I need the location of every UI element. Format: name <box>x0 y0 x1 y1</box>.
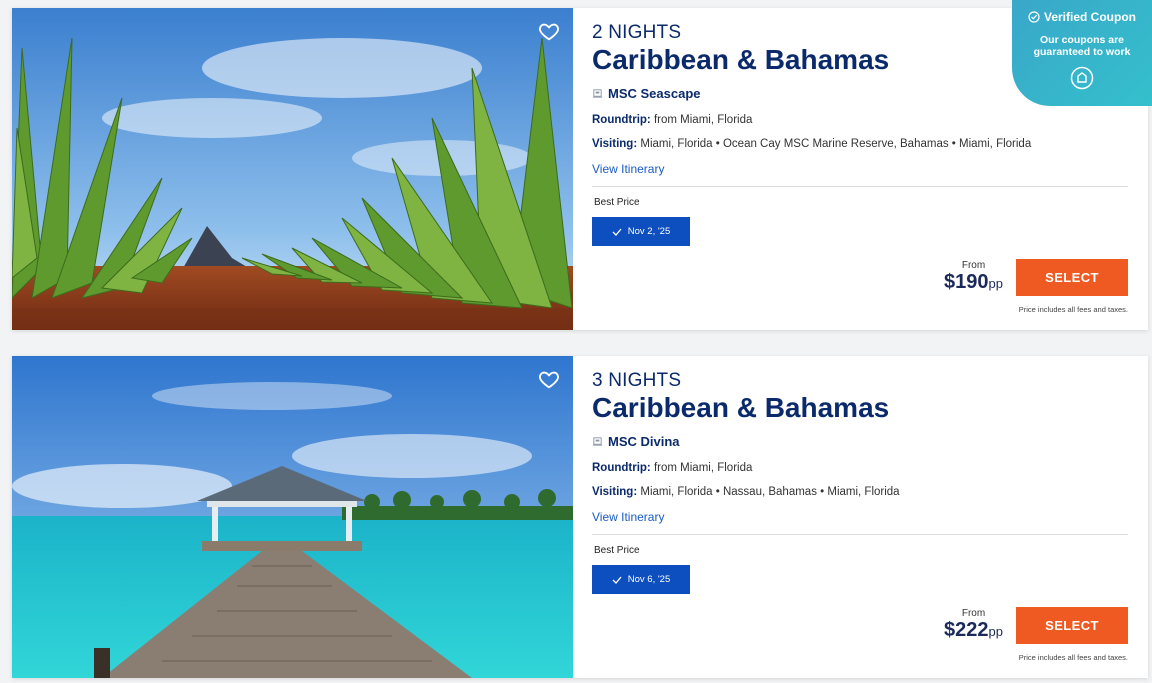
cruise-info: 3 NIGHTS Caribbean & Bahamas MSC Divina … <box>592 356 1128 678</box>
favorite-heart-icon[interactable] <box>538 368 560 390</box>
price-value: $190 <box>944 271 989 293</box>
checkmark-icon <box>612 576 622 584</box>
ship-icon <box>592 89 603 98</box>
sail-date-button[interactable]: Nov 2, '25 <box>592 217 690 246</box>
ship-name: MSC Divina <box>592 434 680 449</box>
destination-title: Caribbean & Bahamas <box>592 392 890 423</box>
coupon-title: Verified Coupon <box>1043 10 1136 24</box>
price-block: From $190pp <box>944 260 1003 294</box>
visiting-label: Visiting: <box>592 138 638 150</box>
coupon-text: Our coupons are guaranteed to work <box>1033 34 1131 58</box>
visiting-line: Visiting: Miami, Florida • Ocean Cay MSC… <box>592 138 1031 150</box>
visiting-line: Visiting: Miami, Florida • Nassau, Baham… <box>592 486 900 498</box>
ship-name-text: MSC Divina <box>608 434 680 449</box>
divider <box>592 534 1128 535</box>
sail-date-button[interactable]: Nov 6, '25 <box>592 565 690 594</box>
nights-label: 2 NIGHTS <box>592 22 682 43</box>
cruise-photo-aloe[interactable] <box>12 8 573 330</box>
fees-note: Price includes all fees and taxes. <box>1018 653 1128 662</box>
visiting-value: Miami, Florida • Nassau, Bahamas • Miami… <box>640 486 900 498</box>
cruise-card: 3 NIGHTS Caribbean & Bahamas MSC Divina … <box>12 356 1148 678</box>
nights-label: 3 NIGHTS <box>592 370 682 391</box>
roundtrip-line: Roundtrip: from Miami, Florida <box>592 114 752 126</box>
view-itinerary-link[interactable]: View Itinerary <box>592 162 664 176</box>
cruise-card: 2 NIGHTS Caribbean & Bahamas MSC Seascap… <box>12 8 1148 330</box>
ship-name-text: MSC Seascape <box>608 86 701 101</box>
coupon-header: Verified Coupon <box>1012 10 1152 24</box>
from-label: From <box>961 260 986 271</box>
checkmark-icon <box>612 228 622 236</box>
select-button[interactable]: SELECT <box>1016 259 1128 296</box>
price: $190pp <box>944 271 1003 294</box>
sail-date: Nov 2, '25 <box>627 226 671 237</box>
roundtrip-label: Roundtrip: <box>592 114 651 126</box>
roundtrip-value: from Miami, Florida <box>653 462 753 474</box>
roundtrip-value: from Miami, Florida <box>653 114 753 126</box>
ship-name: MSC Seascape <box>592 86 701 101</box>
ship-icon <box>592 437 603 446</box>
roundtrip-line: Roundtrip: from Miami, Florida <box>592 462 752 474</box>
price-suffix: pp <box>988 276 1003 291</box>
destination-title: Caribbean & Bahamas <box>592 44 890 75</box>
price-block: From $222pp <box>944 608 1003 642</box>
price: $222pp <box>944 619 1003 642</box>
check-circle-icon <box>1028 11 1040 23</box>
visiting-value: Miami, Florida • Ocean Cay MSC Marine Re… <box>640 138 1032 150</box>
fees-note: Price includes all fees and taxes. <box>1018 305 1128 314</box>
best-price-label: Best Price <box>594 197 640 208</box>
sail-date: Nov 6, '25 <box>627 574 671 585</box>
favorite-heart-icon[interactable] <box>538 20 560 42</box>
visiting-label: Visiting: <box>592 486 638 498</box>
price-suffix: pp <box>988 624 1003 639</box>
divider <box>592 186 1128 187</box>
coupon-tag-icon <box>1070 66 1094 90</box>
cruise-photo-pier[interactable] <box>12 356 573 678</box>
select-button[interactable]: SELECT <box>1016 607 1128 644</box>
from-label: From <box>961 608 986 619</box>
price-value: $222 <box>944 619 989 641</box>
roundtrip-label: Roundtrip: <box>592 462 651 474</box>
verified-coupon-badge[interactable]: Verified Coupon Our coupons are guarante… <box>1012 0 1152 106</box>
view-itinerary-link[interactable]: View Itinerary <box>592 510 664 524</box>
best-price-label: Best Price <box>594 545 640 556</box>
